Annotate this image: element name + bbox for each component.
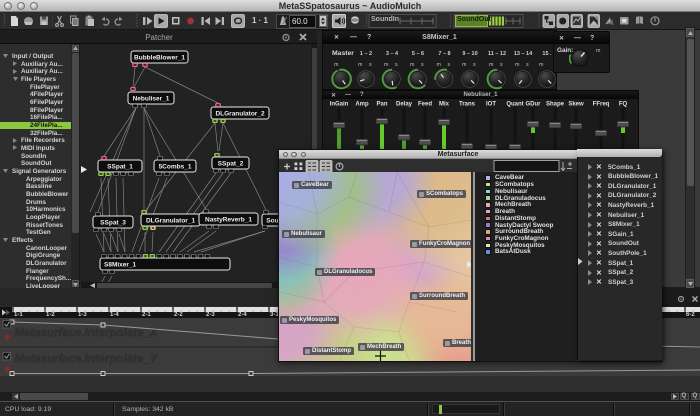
svg-text:DLGranulator_2: DLGranulator_2	[215, 111, 265, 118]
svg-text:5Combs_1: 5Combs_1	[159, 164, 192, 171]
svg-text:Shape: Shape	[546, 102, 565, 108]
svg-text:Quant: Quant	[506, 102, 523, 108]
svg-text:GDur: GDur	[526, 102, 542, 108]
svg-text:FFreq: FFreq	[593, 102, 610, 108]
svg-text:FQ: FQ	[619, 102, 628, 108]
svg-text:Trans: Trans	[459, 102, 476, 108]
svg-text:BubbleBlower_1: BubbleBlower_1	[134, 55, 185, 62]
svg-text:Pan: Pan	[376, 102, 387, 108]
svg-text:InGain: InGain	[330, 102, 349, 108]
svg-text:Feed: Feed	[418, 102, 432, 108]
svg-text:Skew: Skew	[568, 102, 584, 108]
svg-text:SSpat_1: SSpat_1	[107, 164, 133, 171]
svg-text:NastyReverb_1: NastyReverb_1	[205, 217, 252, 224]
svg-text:Delay: Delay	[396, 102, 413, 108]
svg-text:Mix: Mix	[439, 102, 450, 108]
svg-text:DLGranulator_1: DLGranulator_1	[146, 218, 196, 225]
svg-text:SSpat_3: SSpat_3	[100, 220, 126, 227]
svg-text:S8Mixer_1: S8Mixer_1	[104, 262, 137, 269]
svg-text:Nebuliser_1: Nebuliser_1	[133, 96, 170, 103]
svg-text:IOT: IOT	[486, 102, 496, 108]
svg-text:SSpat_2: SSpat_2	[218, 161, 244, 168]
svg-text:Amp: Amp	[355, 102, 369, 108]
